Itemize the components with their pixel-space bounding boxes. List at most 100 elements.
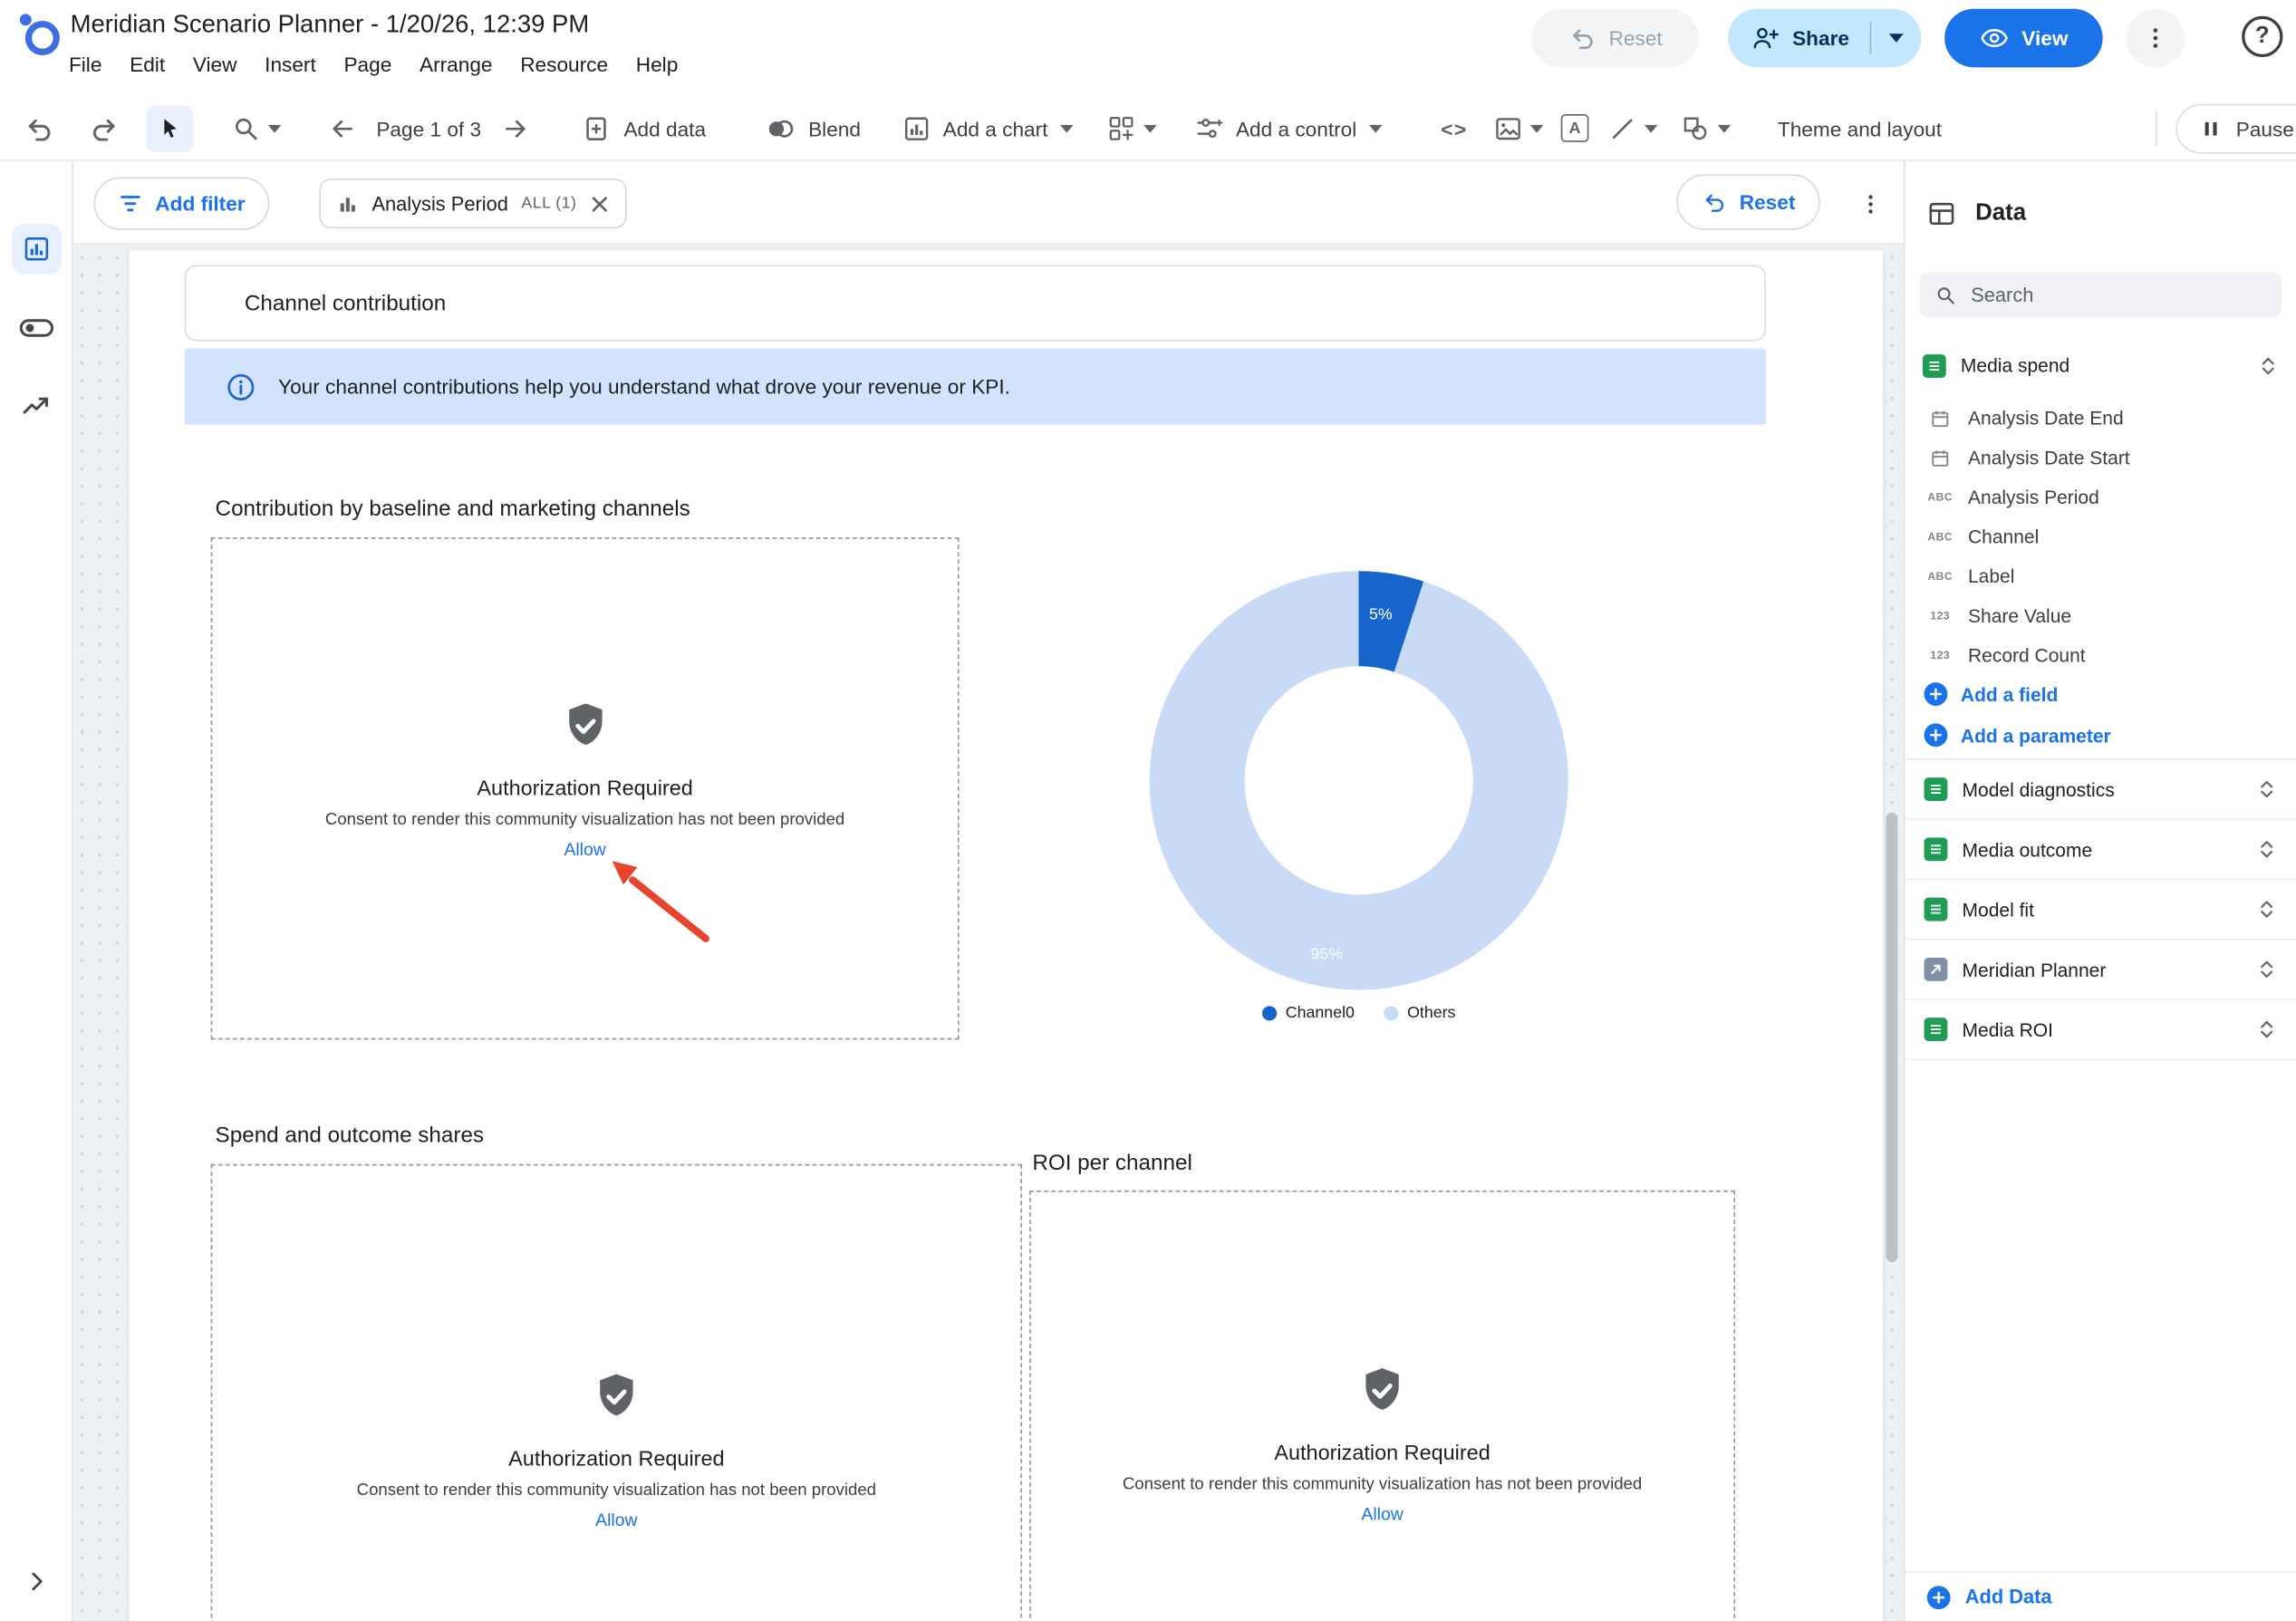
data-source-media-spend[interactable]: Media spend bbox=[1905, 345, 2296, 385]
header-reset-button[interactable]: Reset bbox=[1531, 9, 1698, 68]
shape-caret-icon[interactable] bbox=[1718, 124, 1732, 133]
search-box[interactable] bbox=[1920, 273, 2282, 318]
add-a-field-button[interactable]: Add a field bbox=[1905, 673, 2296, 714]
image-tool-button[interactable] bbox=[1493, 113, 1522, 142]
data-source-model-fit[interactable]: Model fit bbox=[1905, 880, 2296, 940]
channel-contribution-title-card[interactable]: Channel contribution bbox=[185, 265, 1766, 342]
zoom-caret-icon[interactable] bbox=[268, 124, 282, 133]
rail-expand-button[interactable] bbox=[12, 1557, 62, 1607]
rail-control-tool[interactable] bbox=[12, 304, 62, 353]
field-analysis-date-end[interactable]: Analysis Date End bbox=[1905, 399, 2296, 439]
add-chart-button[interactable]: Add a chart bbox=[943, 116, 1048, 140]
donut-chart[interactable]: 5% 95% bbox=[1150, 571, 1568, 989]
allow-link[interactable]: Allow bbox=[1361, 1504, 1403, 1525]
expand-fields-icon[interactable] bbox=[2255, 777, 2279, 801]
legend-item-others[interactable]: Others bbox=[1384, 1005, 1455, 1022]
community-visualization-caret-icon[interactable] bbox=[1143, 124, 1157, 133]
view-button[interactable]: View bbox=[1944, 9, 2103, 68]
rail-report-tool[interactable] bbox=[12, 224, 62, 274]
blend-button[interactable]: Blend bbox=[808, 116, 861, 140]
field-channel[interactable]: ABC Channel bbox=[1905, 516, 2296, 556]
view-label: View bbox=[2021, 26, 2068, 50]
menu-insert[interactable]: Insert bbox=[265, 53, 316, 76]
menu-arrange[interactable]: Arrange bbox=[420, 53, 493, 76]
field-share-value[interactable]: 123 Share Value bbox=[1905, 596, 2296, 636]
filter-chip-close-icon[interactable] bbox=[590, 194, 609, 213]
filter-reset-button[interactable]: Reset bbox=[1676, 174, 1819, 229]
header-reset-label: Reset bbox=[1609, 26, 1663, 50]
legend-dot-channel0 bbox=[1262, 1006, 1277, 1020]
share-button[interactable]: Share bbox=[1728, 9, 1921, 68]
field-analysis-date-start[interactable]: Analysis Date Start bbox=[1905, 438, 2296, 478]
add-filter-button[interactable]: Add filter bbox=[93, 178, 270, 230]
pause-updates-button[interactable]: Pause u bbox=[2175, 104, 2296, 154]
analysis-period-filter-chip[interactable]: Analysis Period ALL (1) bbox=[319, 179, 626, 228]
auth-box-roi[interactable]: Authorization Required Consent to render… bbox=[1029, 1191, 1735, 1621]
zoom-tool-button[interactable] bbox=[231, 113, 260, 142]
theme-layout-button[interactable]: Theme and layout bbox=[1778, 116, 1942, 140]
previous-page-button[interactable] bbox=[328, 113, 357, 142]
filter-icon bbox=[119, 192, 142, 216]
help-icon[interactable]: ? bbox=[2242, 16, 2282, 57]
looker-studio-logo[interactable] bbox=[14, 9, 62, 59]
rail-trend-tool[interactable] bbox=[12, 381, 62, 430]
filter-bar-more-options-button[interactable] bbox=[1851, 185, 1889, 223]
data-source-model-diagnostics[interactable]: Model diagnostics bbox=[1905, 760, 2296, 820]
header-more-options-button[interactable] bbox=[2127, 9, 2185, 68]
next-page-button[interactable] bbox=[500, 113, 529, 142]
report-title[interactable]: Meridian Scenario Planner - 1/20/26, 12:… bbox=[71, 10, 590, 39]
add-control-button[interactable]: Add a control bbox=[1236, 116, 1356, 140]
community-visualization-button[interactable] bbox=[1107, 113, 1136, 142]
line-tool-button[interactable] bbox=[1607, 113, 1636, 142]
info-banner-text: Your channel contributions help you unde… bbox=[278, 375, 1010, 399]
page-indicator[interactable]: Page 1 of 3 bbox=[376, 116, 481, 140]
auth-box-contribution[interactable]: Authorization Required Consent to render… bbox=[211, 537, 960, 1039]
shape-tool-button[interactable] bbox=[1681, 113, 1710, 142]
auth-content: Authorization Required Consent to render… bbox=[212, 1371, 1020, 1533]
shield-check-icon bbox=[559, 700, 612, 752]
collapse-fields-icon[interactable] bbox=[2256, 353, 2280, 377]
add-a-field-label: Add a field bbox=[1961, 683, 2058, 705]
red-arrow-annotation bbox=[597, 854, 732, 959]
field-label-field[interactable]: ABC Label bbox=[1905, 556, 2296, 596]
image-caret-icon[interactable] bbox=[1530, 124, 1544, 133]
menu-edit[interactable]: Edit bbox=[130, 53, 165, 76]
expand-fields-icon[interactable] bbox=[2255, 837, 2279, 861]
add-data-button[interactable]: Add data bbox=[623, 116, 706, 140]
search-input[interactable] bbox=[1971, 285, 2242, 306]
auth-box-spend-shares[interactable]: Authorization Required Consent to render… bbox=[211, 1164, 1022, 1621]
add-data-button[interactable]: Add Data bbox=[1905, 1571, 2296, 1621]
add-chart-caret-icon[interactable] bbox=[1059, 124, 1073, 133]
expand-fields-icon[interactable] bbox=[2255, 898, 2279, 921]
share-label: Share bbox=[1792, 26, 1849, 50]
add-control-caret-icon[interactable] bbox=[1368, 124, 1382, 133]
share-caret-icon[interactable] bbox=[1889, 34, 1904, 43]
data-source-media-outcome[interactable]: Media outcome bbox=[1905, 820, 2296, 880]
data-source-list: Model diagnostics Media outcome bbox=[1905, 760, 2296, 1060]
legend-item-channel0[interactable]: Channel0 bbox=[1262, 1005, 1355, 1022]
field-analysis-period[interactable]: ABC Analysis Period bbox=[1905, 478, 2296, 517]
shield-check-icon bbox=[590, 1371, 642, 1423]
menu-page[interactable]: Page bbox=[343, 53, 391, 76]
allow-link[interactable]: Allow bbox=[595, 1510, 637, 1530]
undo-button[interactable] bbox=[24, 112, 56, 145]
add-a-parameter-button[interactable]: Add a parameter bbox=[1905, 715, 2296, 756]
expand-fields-icon[interactable] bbox=[2255, 958, 2279, 981]
text-type-icon: ABC bbox=[1925, 530, 1954, 544]
menu-view[interactable]: View bbox=[193, 53, 237, 76]
text-tool-button[interactable]: A bbox=[1561, 114, 1589, 142]
menu-help[interactable]: Help bbox=[636, 53, 679, 76]
data-source-media-roi[interactable]: Media ROI bbox=[1905, 1000, 2296, 1060]
data-source-label: Media outcome bbox=[1963, 838, 2093, 860]
field-record-count[interactable]: 123 Record Count bbox=[1905, 635, 2296, 675]
redo-button[interactable] bbox=[88, 112, 121, 145]
select-tool-button[interactable] bbox=[147, 105, 194, 152]
menu-resource[interactable]: Resource bbox=[520, 53, 608, 76]
embed-button[interactable]: <> bbox=[1441, 116, 1468, 140]
data-source-meridian-planner[interactable]: Meridian Planner bbox=[1905, 941, 2296, 1000]
line-caret-icon[interactable] bbox=[1645, 124, 1658, 133]
data-source-label: Media spend bbox=[1961, 354, 2069, 376]
menu-file[interactable]: File bbox=[69, 53, 101, 76]
canvas-scrollbar[interactable] bbox=[1886, 813, 1897, 1262]
expand-fields-icon[interactable] bbox=[2255, 1018, 2279, 1041]
